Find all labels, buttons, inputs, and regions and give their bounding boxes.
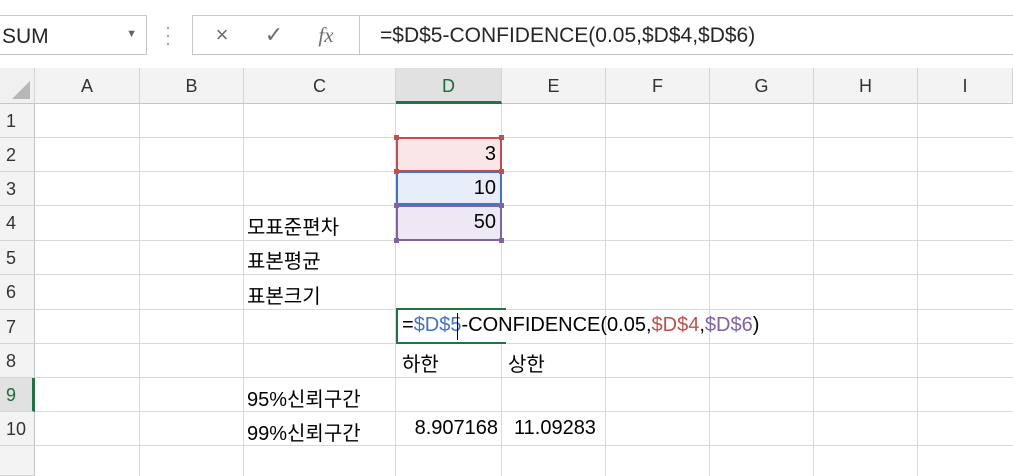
column-header-i[interactable]: I [918, 68, 1013, 104]
select-all-triangle-icon [12, 81, 30, 99]
column-header-b[interactable]: B [140, 68, 244, 104]
gridline [709, 104, 710, 476]
gridline [35, 240, 1013, 241]
gridline [35, 309, 1013, 310]
spreadsheet-grid: A B C D E F G H I 1 2 3 4 5 6 7 8 9 10 [0, 68, 1013, 476]
gridline [917, 104, 918, 476]
gridline [35, 171, 1013, 172]
cancel-icon[interactable]: × [207, 21, 237, 49]
column-header-d[interactable]: D [396, 68, 502, 104]
column-header-f[interactable]: F [606, 68, 710, 104]
column-header-c[interactable]: C [244, 68, 396, 104]
gridline [35, 137, 1013, 138]
range-handle[interactable] [499, 203, 504, 208]
formula-input[interactable]: =$D$5-CONFIDENCE(0.05,$D$4,$D$6) [359, 15, 1013, 55]
row-header-5[interactable]: 5 [0, 241, 35, 275]
row-header-3[interactable]: 3 [0, 172, 35, 206]
gridline [35, 343, 1013, 344]
range-handle[interactable] [394, 238, 399, 243]
formula-buttons: × ✓ fx [192, 15, 360, 55]
gridline [35, 274, 1013, 275]
ref-d6: $D$6 [704, 314, 753, 336]
gridline [35, 411, 1013, 412]
cell-c5[interactable]: 표본평균 [247, 245, 321, 274]
range-handle[interactable] [499, 169, 504, 174]
ref-d4: $D$4 [651, 314, 700, 336]
chevron-down-icon[interactable]: ▼ [126, 28, 137, 40]
cell-e10[interactable]: 11.09283 [514, 417, 596, 440]
gridline [35, 377, 1013, 378]
cell-d9-formula[interactable]: =$D$5-CONFIDENCE(0.05,$D$4,$D$6) [402, 314, 759, 337]
cell-c10[interactable]: 99%신뢰구간 [247, 417, 361, 446]
gridline [605, 104, 606, 476]
cell-d8[interactable]: 하한 [402, 348, 439, 377]
formula-close-paren: ) [752, 314, 760, 336]
row-header-8[interactable]: 8 [0, 344, 35, 378]
gridline [813, 104, 814, 476]
formula-text: =$D$5-CONFIDENCE(0.05,$D$4,$D$6) [380, 24, 756, 47]
more-options-icon: · · · [165, 17, 171, 53]
cell-c9[interactable]: 95%신뢰구간 [247, 383, 361, 412]
range-handle[interactable] [499, 238, 504, 243]
ref-d5: $D$5 [413, 314, 462, 336]
cell-c4[interactable]: 모표준편차 [247, 211, 339, 240]
cell-d6[interactable]: 50 [396, 205, 502, 241]
cell-d10[interactable]: 8.907168 [396, 417, 502, 440]
gridline [35, 205, 1013, 206]
column-header-h[interactable]: H [814, 68, 918, 104]
enter-icon[interactable]: ✓ [259, 21, 289, 49]
row-header-11[interactable] [0, 446, 35, 476]
name-box[interactable]: SUM ▼ [0, 15, 147, 55]
select-all-button[interactable] [0, 68, 35, 104]
formula-function: -CONFIDENCE(0.05, [461, 314, 652, 336]
row-header-6[interactable]: 6 [0, 275, 35, 310]
cell-d4[interactable]: 3 [396, 137, 502, 172]
column-header-a[interactable]: A [35, 68, 140, 104]
row-header-9[interactable]: 9 [0, 378, 35, 412]
insert-function-icon[interactable]: fx [311, 21, 341, 49]
gridline [35, 445, 1013, 446]
cell-c6[interactable]: 표본크기 [247, 280, 321, 309]
row-header-7[interactable]: 7 [0, 310, 35, 344]
range-handle[interactable] [394, 135, 399, 140]
text-caret [457, 313, 458, 340]
formula-equals: = [402, 314, 414, 336]
cell-e8[interactable]: 상한 [508, 348, 545, 377]
gridline [243, 104, 244, 476]
gridline [139, 104, 140, 476]
range-handle[interactable] [499, 135, 504, 140]
row-header-1[interactable]: 1 [0, 104, 35, 138]
row-header-4[interactable]: 4 [0, 206, 35, 241]
column-header-e[interactable]: E [502, 68, 606, 104]
cell-d5[interactable]: 10 [396, 171, 502, 205]
formula-bar-area: SUM ▼ · · · × ✓ fx =$D$5-CONFIDENCE(0.05,$… [0, 0, 1013, 68]
row-header-10[interactable]: 10 [0, 412, 35, 446]
name-box-value: SUM [2, 25, 49, 48]
row-header-2[interactable]: 2 [0, 138, 35, 172]
range-handle[interactable] [394, 169, 399, 174]
column-header-g[interactable]: G [710, 68, 814, 104]
range-handle[interactable] [394, 203, 399, 208]
